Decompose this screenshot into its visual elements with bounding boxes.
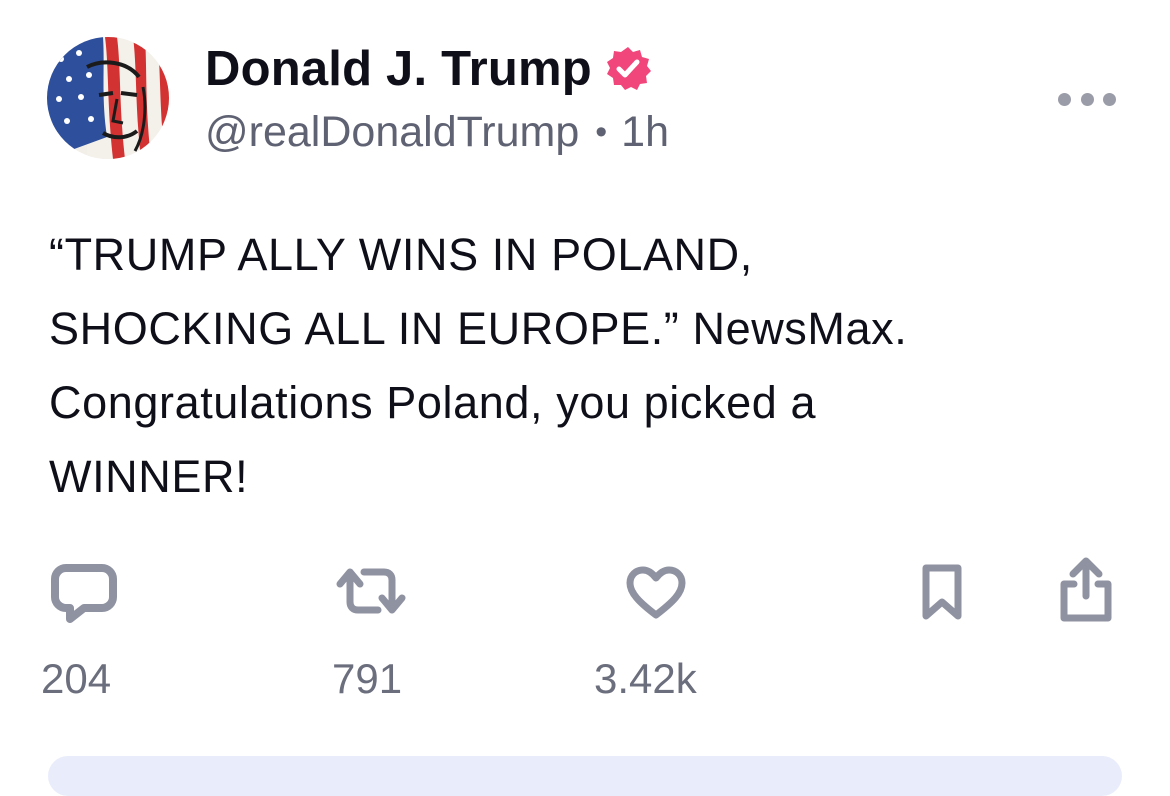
flag-portrait-avatar [47, 37, 169, 159]
bookmark-button[interactable] [918, 562, 966, 622]
reply-count: 204 [41, 655, 112, 702]
repost-icon [336, 568, 406, 614]
more-dot [1058, 92, 1071, 106]
more-dot [1080, 92, 1094, 106]
author-name-row[interactable]: Donald J. Trump [205, 38, 652, 100]
repost-button[interactable] [334, 562, 408, 620]
verified-badge-icon [606, 47, 651, 90]
timestamp[interactable]: 1h [621, 108, 669, 157]
handle[interactable]: @realDonaldTrump [205, 108, 579, 157]
more-options-icon[interactable] [1058, 82, 1116, 116]
like-count: 3.42k [594, 655, 697, 702]
separator-dot: • [595, 112, 608, 151]
next-post-card[interactable] [48, 756, 1122, 796]
handle-row: @realDonaldTrump • 1h [205, 104, 669, 160]
post-text-line: WINNER! [49, 451, 249, 502]
reply-icon [51, 564, 117, 623]
post-text-line: Congratulations Poland, you picked a [49, 377, 817, 428]
reply-button[interactable] [50, 563, 118, 623]
heart-icon [626, 566, 686, 619]
post-text-line: SHOCKING ALL IN EUROPE.” NewsMax. [49, 303, 908, 354]
like-button[interactable] [625, 565, 687, 621]
share-icon [1060, 557, 1112, 622]
repost-count: 791 [332, 655, 403, 702]
post-text: “TRUMP ALLY WINS IN POLAND, SHOCKING ALL… [49, 218, 1129, 514]
post-text-line: “TRUMP ALLY WINS IN POLAND, [49, 229, 753, 280]
bookmark-icon [922, 564, 962, 620]
avatar[interactable] [47, 37, 169, 159]
display-name[interactable]: Donald J. Trump [205, 41, 592, 97]
more-dot [1103, 92, 1116, 106]
share-button[interactable] [1056, 556, 1116, 624]
post-card: Donald J. Trump @realDonaldTrump • 1h “T… [0, 0, 1170, 796]
